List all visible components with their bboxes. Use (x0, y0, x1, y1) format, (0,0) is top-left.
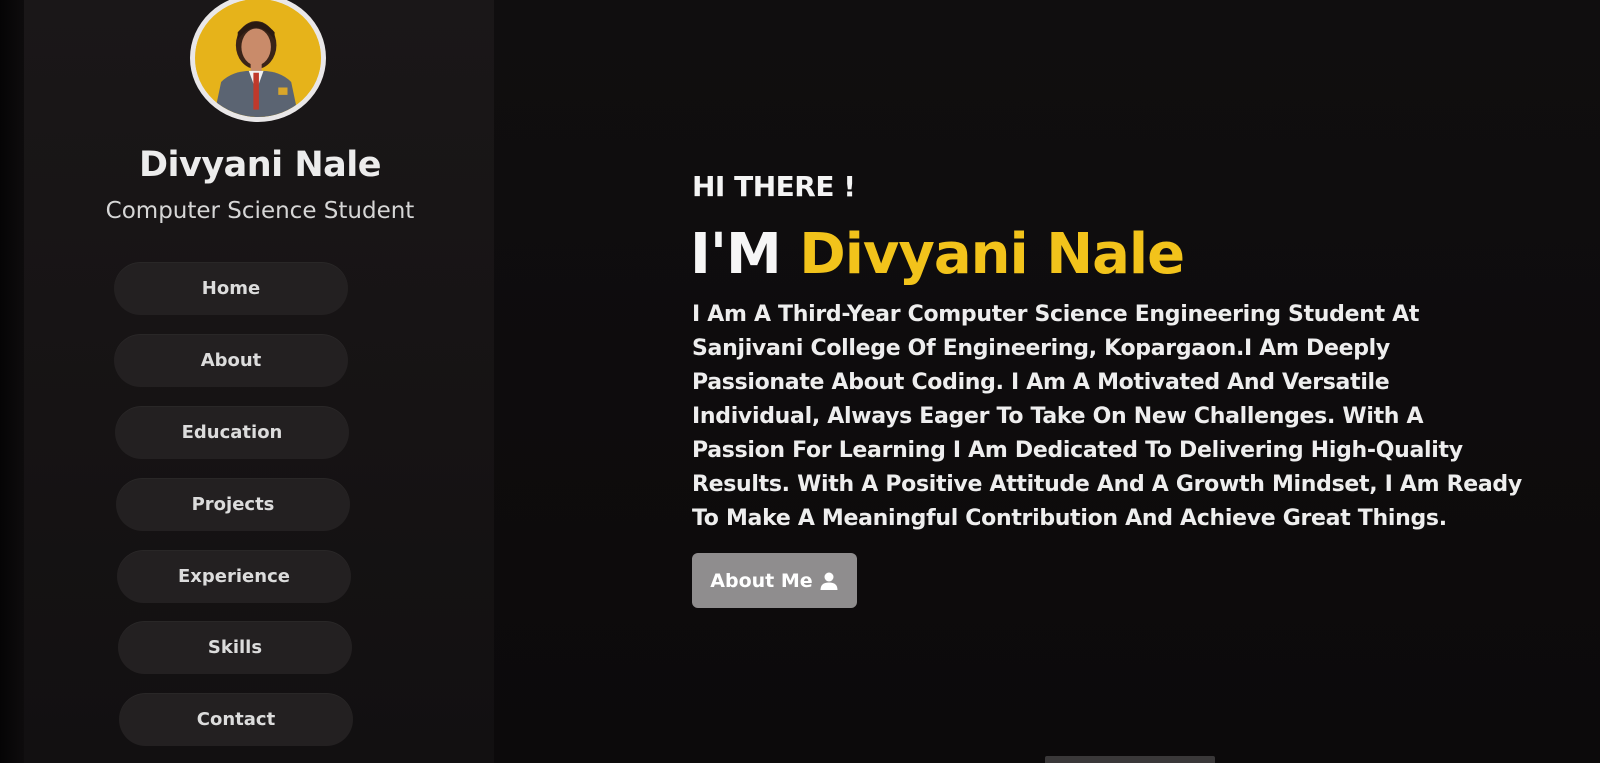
nav-item-home[interactable]: Home (114, 262, 348, 315)
nav-item-skills[interactable]: Skills (118, 621, 352, 674)
headline-name: Divyani Nale (799, 222, 1185, 287)
user-icon (819, 571, 839, 591)
nav-item-about[interactable]: About (114, 334, 348, 387)
headline-prefix: I'M (690, 222, 800, 287)
hero-greeting: HI THERE ! (692, 170, 856, 203)
profile-photo (195, 0, 321, 117)
profile-name: Divyani Nale (138, 145, 382, 185)
nav-item-projects[interactable]: Projects (116, 478, 350, 531)
nav-item-education[interactable]: Education (115, 406, 349, 459)
hero-bio: I Am A Third-Year Computer Science Engin… (692, 302, 1522, 531)
nav-item-contact[interactable]: Contact (119, 693, 353, 746)
avatar (190, 0, 326, 122)
about-me-button[interactable]: About Me (692, 553, 857, 608)
profile-title: Computer Science Student (105, 198, 415, 224)
hero-headline: I'M Divyani Nale (690, 222, 1185, 287)
about-me-button-label: About Me (710, 569, 813, 592)
nav-item-experience[interactable]: Experience (117, 550, 351, 603)
portfolio-page: Divyani Nale Computer Science Student Ho… (0, 0, 1600, 763)
taskbar-edge (1045, 756, 1215, 763)
screen-edge (0, 0, 24, 763)
